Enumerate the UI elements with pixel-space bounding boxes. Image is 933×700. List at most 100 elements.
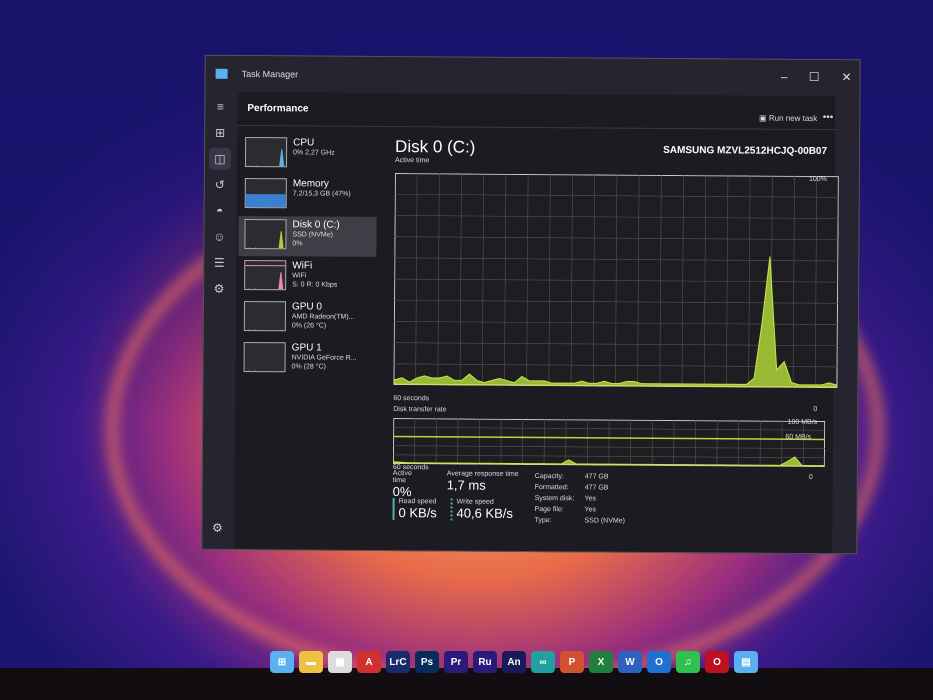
taskbar-powerpoint-icon[interactable]: P bbox=[560, 651, 584, 673]
property-value: Yes bbox=[584, 506, 597, 514]
property-row: Type: SSD (NVMe) bbox=[534, 515, 644, 527]
device-line2: S: 0 R: 0 Kbps bbox=[292, 281, 338, 289]
run-new-task-button[interactable]: ▣ Run new task bbox=[759, 114, 817, 123]
task-manager-logo-icon bbox=[215, 68, 228, 79]
disk-properties: Capacity: 477 GB Formatted: 477 GB System di… bbox=[534, 471, 644, 527]
taskbar-photoshop-icon[interactable]: Ps bbox=[415, 651, 439, 673]
menu-icon[interactable]: ≡ bbox=[209, 96, 231, 118]
taskbar-arduino-icon[interactable]: ∞ bbox=[531, 651, 555, 673]
property-row: Formatted: 477 GB bbox=[535, 482, 645, 494]
device-thumbnail bbox=[243, 300, 287, 332]
taskbar: ⊞ ▬ ▦ A LrC Ps Pr Ru An ∞ P X W O ♫ O ▤ bbox=[270, 648, 758, 676]
taskbar-outlook-icon[interactable]: O bbox=[647, 651, 671, 673]
device-line1: SSD (NVMe) bbox=[292, 231, 333, 239]
device-item-2[interactable]: Disk 0 (C:) SSD (NVMe) 0% bbox=[238, 215, 377, 257]
disk-model: SAMSUNG MZVL2512HCJQ-00B07 bbox=[663, 144, 828, 158]
device-item-1[interactable]: Memory 7,2/15,3 GB (47%) bbox=[239, 175, 377, 216]
property-label: Type: bbox=[534, 517, 552, 525]
device-text: GPU 0 AMD Radeon(TM)... 0% (26 °C) bbox=[292, 301, 355, 335]
active-time-value: 0% bbox=[392, 484, 412, 500]
page-title: Performance bbox=[247, 103, 309, 115]
title-bar: Task Manager – ☐ ✕ bbox=[205, 56, 859, 97]
device-name: CPU bbox=[293, 137, 315, 149]
device-thumbnail bbox=[244, 177, 287, 209]
device-text: GPU 1 NVIDIA GeForce R... 0% (28 °C) bbox=[291, 342, 357, 376]
startup-icon[interactable]: ◓ bbox=[209, 200, 231, 222]
details-icon[interactable]: ☰ bbox=[208, 252, 230, 274]
device-name: GPU 1 bbox=[291, 342, 322, 354]
property-row: Page file: Yes bbox=[535, 504, 645, 516]
device-text: Disk 0 (C:) SSD (NVMe) 0% bbox=[292, 219, 339, 253]
device-line1: 7,2/15,3 GB (47%) bbox=[292, 190, 351, 198]
taskbar-word-icon[interactable]: W bbox=[618, 651, 642, 673]
device-item-3[interactable]: WiFi WiFi S: 0 R: 0 Kbps bbox=[238, 257, 376, 298]
property-value: 477 GB bbox=[584, 484, 609, 492]
taskbar-explorer-icon[interactable]: ▬ bbox=[299, 651, 323, 673]
property-label: Formatted: bbox=[534, 484, 569, 492]
device-item-4[interactable]: GPU 0 AMD Radeon(TM)... 0% (26 °C) bbox=[238, 298, 376, 339]
transfer-mid-label: 60 MB/s bbox=[785, 433, 812, 441]
taskbar-excel-icon[interactable]: X bbox=[589, 651, 613, 673]
maximize-button[interactable]: ☐ bbox=[809, 70, 820, 84]
device-line2: 0% (28 °C) bbox=[291, 363, 326, 371]
settings-icon[interactable]: ⚙ bbox=[206, 517, 228, 539]
taskbar-taskmanager-icon[interactable]: ▤ bbox=[734, 651, 758, 673]
transfer-chart-label: Disk transfer rate bbox=[393, 406, 447, 414]
taskbar-rush-icon[interactable]: Ru bbox=[473, 651, 497, 673]
close-button[interactable]: ✕ bbox=[841, 70, 851, 84]
property-label: Page file: bbox=[534, 506, 564, 514]
taskbar-animate-icon[interactable]: An bbox=[502, 651, 526, 673]
property-value: SSD (NVMe) bbox=[584, 517, 625, 525]
active-time-chart bbox=[393, 173, 839, 389]
device-line1: AMD Radeon(TM)... bbox=[291, 313, 355, 321]
device-line1: NVIDIA GeForce R... bbox=[291, 354, 357, 362]
taskbar-acrobat-icon[interactable]: A bbox=[357, 651, 381, 673]
taskbar-start-icon[interactable]: ⊞ bbox=[270, 651, 294, 673]
device-name: Memory bbox=[292, 178, 329, 190]
taskbar-premiere-icon[interactable]: Pr bbox=[444, 651, 468, 673]
transfer-max-label: 100 MB/s bbox=[787, 418, 818, 427]
run-new-task-label: Run new task bbox=[768, 113, 818, 123]
nav-rail: ≡ ⊞ ◫ ↺ ◓ ☺ ☰ ⚙ ⚙ bbox=[202, 92, 235, 549]
task-manager-window: Task Manager – ☐ ✕ ≡ ⊞ ◫ ↺ ◓ ☺ ☰ ⚙ ⚙ Performance… bbox=[201, 54, 861, 555]
active-time-label: Active time bbox=[392, 470, 412, 485]
main-pane: Performance ▣ Run new task ••• CPU 0% 2,2… bbox=[234, 91, 839, 554]
read-speed-value: 0 KB/s bbox=[398, 505, 437, 521]
history-icon[interactable]: ↺ bbox=[209, 174, 231, 196]
property-row: Capacity: 477 GB bbox=[535, 471, 645, 483]
taskbar-lightroom-icon[interactable]: LrC bbox=[386, 651, 410, 673]
taskbar-opera-icon[interactable]: O bbox=[705, 651, 729, 673]
property-label: Capacity: bbox=[534, 473, 565, 481]
property-row: System disk: Yes bbox=[535, 493, 645, 505]
device-text: Memory 7,2/15,3 GB (47%) bbox=[293, 178, 351, 212]
window-title: Task Manager bbox=[241, 68, 299, 80]
device-list: CPU 0% 2,27 GHz Memory 7,2/15,3 GB (47%) Dis… bbox=[237, 134, 377, 381]
device-name: WiFi bbox=[292, 260, 313, 272]
device-item-5[interactable]: GPU 1 NVIDIA GeForce R... 0% (28 °C) bbox=[237, 339, 375, 380]
property-value: Yes bbox=[584, 495, 597, 503]
device-thumbnail bbox=[244, 259, 287, 291]
minimize-button[interactable]: – bbox=[781, 70, 788, 84]
device-thumbnail bbox=[244, 218, 287, 250]
write-speed-value: 40,6 KB/s bbox=[456, 505, 513, 521]
transfer-min-label: 0 bbox=[808, 473, 813, 481]
taskbar-store-icon[interactable]: ▦ bbox=[328, 651, 352, 673]
transfer-rate-chart bbox=[392, 418, 826, 468]
services-icon[interactable]: ⚙ bbox=[208, 278, 230, 300]
property-value: 477 GB bbox=[584, 473, 609, 481]
response-time-value: 1,7 ms bbox=[446, 477, 486, 493]
active-min-label: 0 bbox=[813, 405, 818, 414]
taskbar-spotify-icon[interactable]: ♫ bbox=[676, 651, 700, 673]
device-name: GPU 0 bbox=[291, 301, 323, 313]
active-x-label: 60 seconds bbox=[393, 395, 430, 403]
active-max-label: 100% bbox=[808, 175, 827, 184]
device-line2: 0% (26 °C) bbox=[291, 322, 327, 330]
performance-icon[interactable]: ◫ bbox=[208, 147, 232, 170]
users-icon[interactable]: ☺ bbox=[208, 226, 230, 248]
device-line2: 0% bbox=[292, 240, 303, 248]
more-options-button[interactable]: ••• bbox=[823, 112, 834, 123]
device-line1: WiFi bbox=[292, 272, 307, 280]
processes-icon[interactable]: ⊞ bbox=[209, 122, 231, 144]
device-item-0[interactable]: CPU 0% 2,27 GHz bbox=[239, 134, 377, 175]
device-text: CPU 0% 2,27 GHz bbox=[293, 137, 335, 171]
